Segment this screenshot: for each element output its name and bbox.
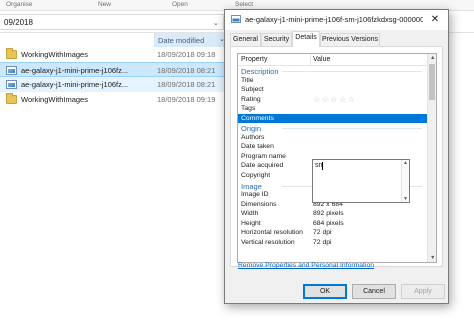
- property-name: Authors: [241, 133, 265, 141]
- property-row[interactable]: Tags: [238, 104, 427, 114]
- property-row[interactable]: Subject: [238, 85, 427, 95]
- property-grid-header: Property Value: [238, 54, 427, 66]
- property-row[interactable]: Rating ☆☆☆☆☆: [238, 95, 427, 105]
- file-date: 18/09/2018 09:18: [157, 50, 216, 59]
- property-value[interactable]: 892 pixels: [313, 210, 344, 217]
- section-header-description[interactable]: Description: [238, 66, 427, 76]
- text-caret: [322, 162, 323, 170]
- property-row[interactable]: Width 892 pixels: [238, 209, 427, 219]
- scrollbar-thumb[interactable]: [429, 64, 435, 100]
- properties-dialog: ae-galaxy-j1-mini-prime-j106f-sm-j106fzk…: [224, 9, 449, 304]
- details-panel: Property Value Description Title Subject Ra…: [230, 46, 443, 267]
- chevron-down-icon[interactable]: ⌄: [213, 19, 219, 27]
- ribbon-organise-label: Organise: [6, 1, 33, 8]
- cancel-button[interactable]: Cancel: [352, 284, 396, 299]
- close-icon[interactable]: ✕: [425, 12, 445, 28]
- tab-security[interactable]: Security: [261, 33, 292, 46]
- comments-scrollbar[interactable]: ▲ ▼: [401, 160, 409, 202]
- dialog-titlebar[interactable]: ae-galaxy-j1-mini-prime-j106f-sm-j106fzk…: [225, 10, 448, 30]
- property-value[interactable]: 684 pixels: [313, 220, 344, 227]
- scroll-down-icon[interactable]: ▼: [403, 196, 408, 202]
- property-name: Subject: [241, 86, 264, 94]
- tab-general[interactable]: General: [230, 33, 261, 46]
- address-bar[interactable]: 09/2018 ⌄: [0, 14, 224, 30]
- ok-button[interactable]: OK: [303, 284, 347, 299]
- image-file-icon: [6, 80, 17, 89]
- column-date-label: Date modified: [158, 36, 205, 45]
- file-name: WorkingWithImages: [21, 95, 88, 104]
- property-value[interactable]: 72 dpi: [313, 229, 332, 236]
- apply-button[interactable]: Apply: [401, 284, 445, 299]
- property-name: Width: [241, 210, 259, 218]
- property-name: Height: [241, 219, 261, 227]
- property-value[interactable]: 72 dpi: [313, 239, 332, 246]
- folder-icon: [6, 48, 17, 59]
- property-row[interactable]: Height 684 pixels: [238, 219, 427, 229]
- property-row[interactable]: Comments: [238, 113, 427, 124]
- property-name: Vertical resolution: [241, 238, 295, 246]
- folder-icon: [6, 93, 17, 104]
- property-grid-scrollbar[interactable]: ▲ ▼: [427, 54, 436, 262]
- property-name: Dimensions: [241, 200, 277, 208]
- section-divider: [282, 128, 422, 130]
- comments-edit-field[interactable]: sn ▲ ▼: [312, 159, 410, 203]
- property-row[interactable]: Date taken: [238, 142, 427, 152]
- property-name: Title: [241, 76, 254, 84]
- property-row[interactable]: Authors: [238, 133, 427, 143]
- rating-stars-icon[interactable]: ☆☆☆☆☆: [313, 95, 356, 104]
- property-name: Tags: [241, 105, 256, 113]
- file-date: 18/09/2018 08:21: [157, 80, 216, 89]
- property-grid-body: Description Title Subject Rating ☆☆☆☆☆ Tags Co…: [238, 66, 427, 247]
- property-row[interactable]: Horizontal resolution 72 dpi: [238, 228, 427, 238]
- property-name: Rating: [241, 95, 261, 103]
- property-name: Image ID: [241, 191, 269, 199]
- list-item[interactable]: WorkingWithImages 18/09/2018 09:19: [0, 92, 224, 107]
- property-grid[interactable]: Property Value Description Title Subject Ra…: [237, 53, 437, 263]
- property-name: Horizontal resolution: [241, 229, 303, 237]
- file-date: 18/09/2018 08:21: [157, 66, 216, 75]
- tab-previous-versions[interactable]: Previous Versions: [320, 33, 380, 46]
- file-name: ae-galaxy-j1-mini-prime-j106fz...: [21, 80, 129, 89]
- property-name: Copyright: [241, 172, 271, 180]
- property-row[interactable]: Vertical resolution 72 dpi: [238, 238, 427, 248]
- column-divider[interactable]: [310, 54, 311, 66]
- file-list: WorkingWithImages 18/09/2018 09:18 ae-ga…: [0, 47, 224, 107]
- image-file-icon: [231, 15, 241, 23]
- list-item[interactable]: WorkingWithImages 18/09/2018 09:18: [0, 47, 224, 62]
- property-name: Date acquired: [241, 162, 284, 170]
- file-date: 18/09/2018 09:19: [157, 95, 216, 104]
- remove-properties-link[interactable]: Remove Properties and Personal Informati…: [238, 262, 374, 269]
- ribbon-select-label: Select: [235, 1, 254, 8]
- property-row[interactable]: Title: [238, 76, 427, 86]
- ribbon-new-label: New: [98, 1, 112, 8]
- tab-details[interactable]: Details: [292, 31, 320, 47]
- file-name: WorkingWithImages: [21, 50, 88, 59]
- property-name: Date taken: [241, 143, 274, 151]
- column-property-header[interactable]: Property: [241, 56, 267, 63]
- address-text: 09/2018: [4, 18, 33, 27]
- list-item[interactable]: ae-galaxy-j1-mini-prime-j106fz... 18/09/…: [0, 77, 224, 92]
- column-value-header[interactable]: Value: [313, 56, 330, 63]
- property-name: Comments: [241, 114, 274, 122]
- scroll-up-icon[interactable]: ▲: [403, 160, 408, 166]
- column-name-header[interactable]: [0, 33, 153, 47]
- section-divider: [282, 71, 422, 72]
- column-header-row: Date modified ⌄: [0, 33, 225, 47]
- dialog-title: ae-galaxy-j1-mini-prime-j106f-sm-j106fzk…: [245, 15, 423, 24]
- property-name: Program name: [241, 152, 286, 160]
- list-item[interactable]: ae-galaxy-j1-mini-prime-j106fz... 18/09/…: [0, 62, 224, 77]
- scroll-up-icon[interactable]: ▲: [430, 55, 435, 61]
- section-header-origin[interactable]: Origin: [238, 123, 427, 133]
- image-file-icon: [6, 66, 17, 75]
- ribbon-open-label: Open: [172, 1, 188, 8]
- scroll-down-icon[interactable]: ▼: [430, 255, 435, 261]
- column-date-modified-header[interactable]: Date modified ⌄: [154, 33, 225, 47]
- file-name: ae-galaxy-j1-mini-prime-j106fz...: [21, 66, 129, 75]
